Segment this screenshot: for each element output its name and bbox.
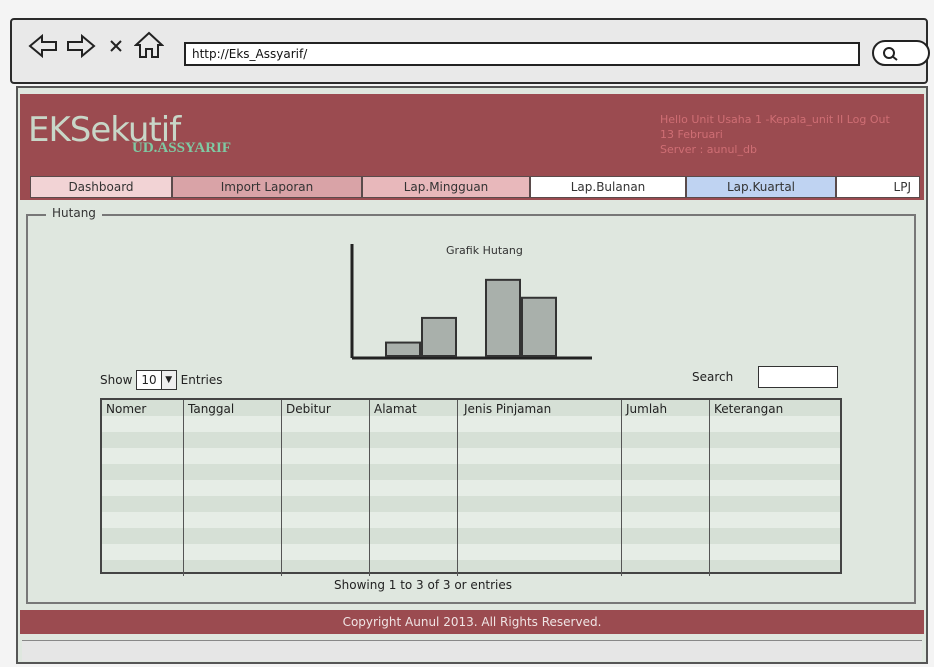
column-header-jumlah[interactable]: Jumlah <box>622 400 710 576</box>
server-text: Server : aunul_db <box>660 143 757 156</box>
table-info: Showing 1 to 3 of 3 or entries <box>334 578 513 592</box>
search-icon <box>883 47 898 61</box>
column-header-keterangan[interactable]: Keterangan <box>710 400 840 576</box>
show-label: Show <box>100 373 133 387</box>
hutang-chart <box>350 244 592 360</box>
hutang-section: Hutang Grafik Hutang Show 10 ▼ Entries S… <box>26 206 916 604</box>
close-icon[interactable] <box>108 38 124 54</box>
tab-lap-bulanan[interactable]: Lap.Bulanan <box>530 176 686 198</box>
column-header-debitur[interactable]: Debitur <box>282 400 370 576</box>
tab-dashboard[interactable]: Dashboard <box>30 176 172 198</box>
header: EKSekutif UD.ASSYARIF Hello Unit Usaha 1… <box>20 94 924 200</box>
show-entries: Show 10 ▼ Entries <box>100 370 222 390</box>
chart-bar <box>385 341 421 357</box>
entries-label: Entries <box>180 373 223 387</box>
forward-icon[interactable] <box>66 34 96 58</box>
chevron-down-icon[interactable]: ▼ <box>160 371 176 389</box>
hello-text[interactable]: Hello Unit Usaha 1 -Kepala_unit II Log O… <box>660 112 916 127</box>
browser-toolbar: http://Eks_Assyarif/ <box>10 18 930 84</box>
back-icon[interactable] <box>28 34 58 58</box>
column-header-alamat[interactable]: Alamat <box>370 400 458 576</box>
logo-subtitle: UD.ASSYARIF <box>132 140 232 156</box>
column-header-tanggal[interactable]: Tanggal <box>184 400 282 576</box>
section-legend: Hutang <box>46 206 102 220</box>
tab-lap-kuartal[interactable]: Lap.Kuartal <box>686 176 836 198</box>
footer: Copyright Aunul 2013. All Rights Reserve… <box>20 610 924 634</box>
user-info: Hello Unit Usaha 1 -Kepala_unit II Log O… <box>660 112 916 157</box>
tab-lap-mingguan[interactable]: Lap.Mingguan <box>362 176 530 198</box>
browser-search-button[interactable] <box>872 40 930 66</box>
tab-import-laporan[interactable]: Import Laporan <box>172 176 362 198</box>
column-header-jenis-pinjaman[interactable]: Jenis Pinjaman <box>458 400 622 576</box>
nav-tabs: Dashboard Import Laporan Lap.Mingguan La… <box>30 176 920 198</box>
chart-bar <box>521 296 557 357</box>
search-label: Search <box>692 370 734 384</box>
address-bar[interactable]: http://Eks_Assyarif/ <box>184 42 860 66</box>
entries-select-value: 10 <box>141 373 157 387</box>
date-text: 13 Februari <box>660 128 723 141</box>
entries-select[interactable]: 10 ▼ <box>136 370 177 390</box>
tab-lpj[interactable]: LPJ <box>836 176 920 198</box>
column-header-nomer[interactable]: Nomer <box>102 400 184 576</box>
data-table: Nomer Tanggal Debitur Alamat Jenis Pinja… <box>100 398 842 576</box>
chart-bar <box>485 278 521 358</box>
home-icon[interactable] <box>134 30 164 60</box>
search-input[interactable] <box>758 366 838 388</box>
status-bar <box>22 640 922 661</box>
page: EKSekutif UD.ASSYARIF Hello Unit Usaha 1… <box>16 86 928 664</box>
chart-bar <box>421 316 457 357</box>
